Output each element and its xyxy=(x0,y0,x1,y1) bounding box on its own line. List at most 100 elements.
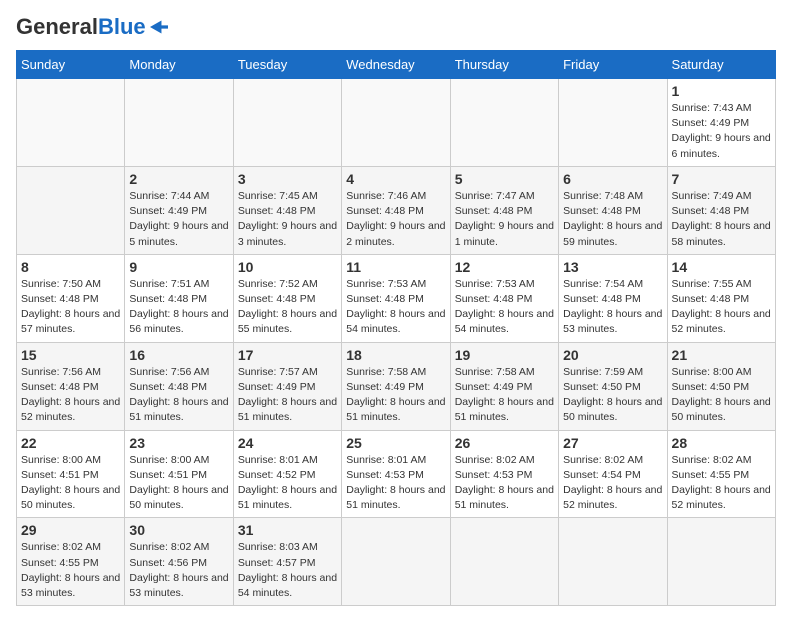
calendar-body: 1Sunrise: 7:43 AMSunset: 4:49 PMDaylight… xyxy=(17,79,776,606)
calendar-cell xyxy=(450,518,558,606)
calendar-cell: 11 Sunrise: 7:53 AMSunset: 4:48 PMDayligh… xyxy=(342,254,450,342)
day-number: 30 xyxy=(129,522,228,538)
days-of-week-header: SundayMondayTuesdayWednesdayThursdayFrid… xyxy=(17,51,776,79)
calendar-cell xyxy=(559,79,667,167)
calendar-cell: 25 Sunrise: 8:01 AMSunset: 4:53 PMDayligh… xyxy=(342,430,450,518)
day-info: Sunrise: 7:56 AMSunset: 4:48 PMDaylight:… xyxy=(21,365,120,426)
day-info: Sunrise: 7:50 AMSunset: 4:48 PMDaylight:… xyxy=(21,277,120,338)
day-number: 3 xyxy=(238,171,337,187)
day-info: Sunrise: 8:02 AMSunset: 4:56 PMDaylight:… xyxy=(129,540,228,601)
calendar-cell xyxy=(342,79,450,167)
calendar-cell: 18Sunrise: 7:58 AMSunset: 4:49 PMDayligh… xyxy=(342,342,450,430)
day-number: 14 xyxy=(672,259,771,275)
day-of-week-header: Friday xyxy=(559,51,667,79)
day-info: Sunrise: 8:00 AMSunset: 4:51 PMDaylight:… xyxy=(129,453,228,514)
calendar-cell: 16 Sunrise: 7:56 AMSunset: 4:48 PMDayligh… xyxy=(125,342,233,430)
day-info: Sunrise: 7:47 AMSunset: 4:48 PMDaylight:… xyxy=(455,189,554,250)
calendar-cell: 31 Sunrise: 8:03 AMSunset: 4:57 PMDayligh… xyxy=(233,518,341,606)
calendar-week-row: 1Sunrise: 7:43 AMSunset: 4:49 PMDaylight… xyxy=(17,79,776,167)
calendar-cell: 12 Sunrise: 7:53 AMSunset: 4:48 PMDayligh… xyxy=(450,254,558,342)
calendar-table: SundayMondayTuesdayWednesdayThursdayFrid… xyxy=(16,50,776,606)
day-info: Sunrise: 8:00 AMSunset: 4:51 PMDaylight:… xyxy=(21,453,120,514)
calendar-cell: 17 Sunrise: 7:57 AMSunset: 4:49 PMDayligh… xyxy=(233,342,341,430)
calendar-cell xyxy=(342,518,450,606)
day-info: Sunrise: 7:49 AMSunset: 4:48 PMDaylight:… xyxy=(672,189,771,250)
calendar-cell: 29 Sunrise: 8:02 AMSunset: 4:55 PMDayligh… xyxy=(17,518,125,606)
day-info: Sunrise: 7:46 AMSunset: 4:48 PMDaylight:… xyxy=(346,189,445,250)
calendar-week-row: 2Sunrise: 7:44 AMSunset: 4:49 PMDaylight… xyxy=(17,166,776,254)
calendar-cell: 23Sunrise: 8:00 AMSunset: 4:51 PMDayligh… xyxy=(125,430,233,518)
day-of-week-header: Thursday xyxy=(450,51,558,79)
calendar-cell: 13 Sunrise: 7:54 AMSunset: 4:48 PMDayligh… xyxy=(559,254,667,342)
day-info: Sunrise: 7:56 AMSunset: 4:48 PMDaylight:… xyxy=(129,365,228,426)
day-number: 18 xyxy=(346,347,445,363)
calendar-cell xyxy=(667,518,775,606)
calendar-week-row: 15 Sunrise: 7:56 AMSunset: 4:48 PMDayligh… xyxy=(17,342,776,430)
day-number: 29 xyxy=(21,522,120,538)
calendar-cell: 5 Sunrise: 7:47 AMSunset: 4:48 PMDaylight… xyxy=(450,166,558,254)
day-number: 15 xyxy=(21,347,120,363)
calendar-cell: 8 Sunrise: 7:50 AMSunset: 4:48 PMDaylight… xyxy=(17,254,125,342)
calendar-cell: 20Sunrise: 7:59 AMSunset: 4:50 PMDayligh… xyxy=(559,342,667,430)
day-info: Sunrise: 7:48 AMSunset: 4:48 PMDaylight:… xyxy=(563,189,662,250)
day-info: Sunrise: 7:51 AMSunset: 4:48 PMDaylight:… xyxy=(129,277,228,338)
day-info: Sunrise: 7:57 AMSunset: 4:49 PMDaylight:… xyxy=(238,365,337,426)
calendar-week-row: 22 Sunrise: 8:00 AMSunset: 4:51 PMDayligh… xyxy=(17,430,776,518)
day-of-week-header: Saturday xyxy=(667,51,775,79)
day-info: Sunrise: 7:52 AMSunset: 4:48 PMDaylight:… xyxy=(238,277,337,338)
day-number: 26 xyxy=(455,435,554,451)
calendar-cell xyxy=(450,79,558,167)
calendar-cell xyxy=(233,79,341,167)
logo-icon xyxy=(150,20,168,34)
calendar-cell xyxy=(559,518,667,606)
calendar-cell: 14Sunrise: 7:55 AMSunset: 4:48 PMDayligh… xyxy=(667,254,775,342)
day-number: 25 xyxy=(346,435,445,451)
day-info: Sunrise: 7:53 AMSunset: 4:48 PMDaylight:… xyxy=(346,277,445,338)
day-of-week-header: Tuesday xyxy=(233,51,341,79)
day-number: 8 xyxy=(21,259,120,275)
day-number: 4 xyxy=(346,171,445,187)
day-info: Sunrise: 8:01 AMSunset: 4:52 PMDaylight:… xyxy=(238,453,337,514)
day-number: 27 xyxy=(563,435,662,451)
day-of-week-header: Monday xyxy=(125,51,233,79)
day-number: 12 xyxy=(455,259,554,275)
day-info: Sunrise: 7:44 AMSunset: 4:49 PMDaylight:… xyxy=(129,189,228,250)
calendar-cell: 1Sunrise: 7:43 AMSunset: 4:49 PMDaylight… xyxy=(667,79,775,167)
day-info: Sunrise: 7:54 AMSunset: 4:48 PMDaylight:… xyxy=(563,277,662,338)
day-number: 16 xyxy=(129,347,228,363)
day-number: 24 xyxy=(238,435,337,451)
day-number: 11 xyxy=(346,259,445,275)
calendar-cell: 7Sunrise: 7:49 AMSunset: 4:48 PMDaylight… xyxy=(667,166,775,254)
calendar-cell xyxy=(17,166,125,254)
logo-text: GeneralBlue xyxy=(16,16,146,38)
calendar-cell: 2Sunrise: 7:44 AMSunset: 4:49 PMDaylight… xyxy=(125,166,233,254)
calendar-cell: 27 Sunrise: 8:02 AMSunset: 4:54 PMDayligh… xyxy=(559,430,667,518)
day-info: Sunrise: 8:01 AMSunset: 4:53 PMDaylight:… xyxy=(346,453,445,514)
logo: GeneralBlue xyxy=(16,16,168,38)
calendar-cell xyxy=(125,79,233,167)
day-number: 22 xyxy=(21,435,120,451)
day-number: 1 xyxy=(672,83,771,99)
day-number: 9 xyxy=(129,259,228,275)
day-number: 31 xyxy=(238,522,337,538)
day-number: 5 xyxy=(455,171,554,187)
day-number: 19 xyxy=(455,347,554,363)
day-info: Sunrise: 8:00 AMSunset: 4:50 PMDaylight:… xyxy=(672,365,771,426)
day-info: Sunrise: 7:53 AMSunset: 4:48 PMDaylight:… xyxy=(455,277,554,338)
day-number: 13 xyxy=(563,259,662,275)
day-number: 28 xyxy=(672,435,771,451)
day-info: Sunrise: 8:03 AMSunset: 4:57 PMDaylight:… xyxy=(238,540,337,601)
day-info: Sunrise: 8:02 AMSunset: 4:55 PMDaylight:… xyxy=(21,540,120,601)
day-number: 17 xyxy=(238,347,337,363)
day-info: Sunrise: 8:02 AMSunset: 4:53 PMDaylight:… xyxy=(455,453,554,514)
page-header: GeneralBlue xyxy=(16,16,776,38)
calendar-cell xyxy=(17,79,125,167)
calendar-cell: 4 Sunrise: 7:46 AMSunset: 4:48 PMDaylight… xyxy=(342,166,450,254)
calendar-cell: 9 Sunrise: 7:51 AMSunset: 4:48 PMDaylight… xyxy=(125,254,233,342)
day-info: Sunrise: 8:02 AMSunset: 4:55 PMDaylight:… xyxy=(672,453,771,514)
calendar-cell: 30 Sunrise: 8:02 AMSunset: 4:56 PMDayligh… xyxy=(125,518,233,606)
day-of-week-header: Wednesday xyxy=(342,51,450,79)
day-info: Sunrise: 8:02 AMSunset: 4:54 PMDaylight:… xyxy=(563,453,662,514)
calendar-cell: 6Sunrise: 7:48 AMSunset: 4:48 PMDaylight… xyxy=(559,166,667,254)
calendar-cell: 19Sunrise: 7:58 AMSunset: 4:49 PMDayligh… xyxy=(450,342,558,430)
